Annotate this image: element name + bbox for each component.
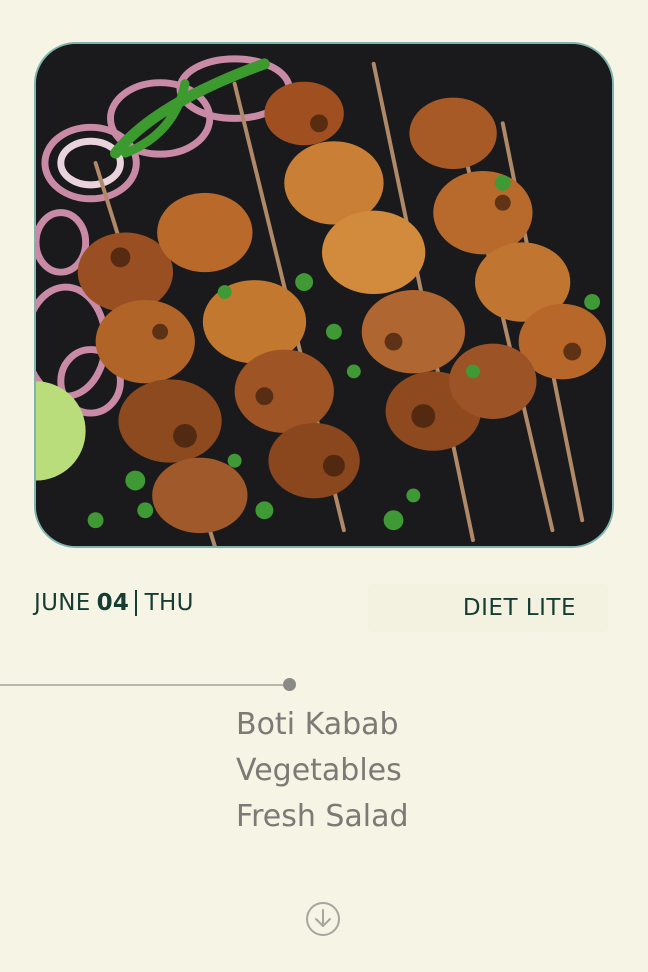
menu-list: Boti Kabab Vegetables Fresh Salad [236,702,409,840]
timeline-line [0,684,289,686]
date-weekday: THU [144,590,194,616]
arrow-down-circle-icon [306,902,340,936]
date-month: JUNE [34,590,91,616]
menu-item: Boti Kabab [236,707,399,742]
scroll-down-button[interactable] [305,901,341,937]
meal-date: JUNE 04 THU [34,590,194,616]
date-day: 04 [96,590,130,616]
kabab-photo-illustration [36,44,612,546]
menu-item: Vegetables [236,753,402,788]
plan-badge: DIET LITE [368,584,608,632]
date-divider [135,590,137,616]
timeline-dot [283,678,296,691]
meal-photo [34,42,614,548]
plan-label: DIET LITE [462,595,576,621]
menu-item: Fresh Salad [236,799,409,834]
